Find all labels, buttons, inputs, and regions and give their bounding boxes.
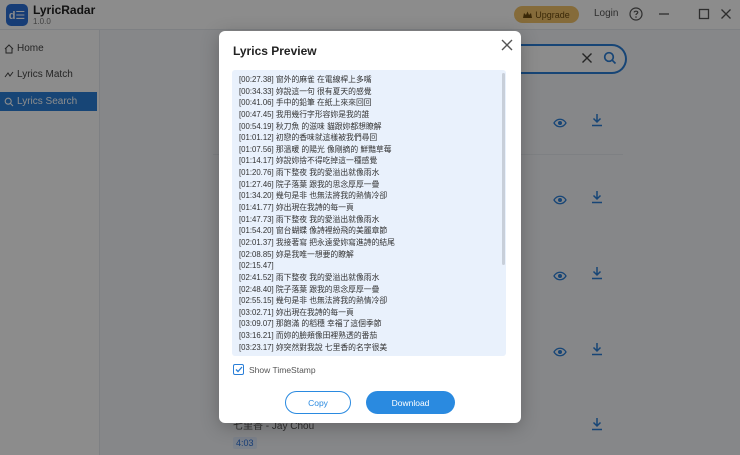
lyric-line: [01:01.12] 初戀的香味就這樣被我們尋回 xyxy=(239,133,378,143)
show-timestamp-checkbox[interactable] xyxy=(233,364,244,375)
dialog-title: Lyrics Preview xyxy=(233,44,317,58)
lyric-line: [00:27.38] 窗外的麻雀 在電線桿上多嘴 xyxy=(239,75,372,84)
lyric-line: [02:55.15] 幾句是非 也無法將我的熱情冷卻 xyxy=(239,296,388,306)
lyric-line: [01:47.73] 雨下整夜 我的愛溢出就像雨水 xyxy=(239,214,380,224)
checkmark-icon xyxy=(235,366,242,373)
lyric-line: [00:34.33] 妳說這一句 很有夏天的感覺 xyxy=(239,86,372,96)
lyric-line: [01:41.77] 妳出現在我詩的每一頁 xyxy=(239,203,354,213)
lyric-line: [00:41.06] 手中的鉛筆 在紙上來來回回 xyxy=(239,98,372,108)
lyric-line: [01:54.20] 窗台蝴蝶 像詩裡紛飛的美麗章節 xyxy=(239,226,388,236)
lyric-line: [01:07.56] 那溫暖 的陽光 像剛摘的 鮮豔草莓 xyxy=(239,144,392,154)
lyric-line: [03:02.71] 妳出現在我詩的每一頁 xyxy=(239,307,354,317)
dialog-close-icon[interactable] xyxy=(500,38,514,52)
lyric-line: [02:15.47] xyxy=(239,261,274,271)
show-timestamp-label: Show TimeStamp xyxy=(249,364,316,375)
show-timestamp-option[interactable]: Show TimeStamp xyxy=(233,364,316,375)
lyric-line: [01:34.20] 幾句是非 也無法將我的熱情冷卻 xyxy=(239,191,388,201)
lyric-line: [02:08.85] 妳是我唯一想要的瞭解 xyxy=(239,249,354,259)
lyric-line: [02:48.40] 院子落葉 跟我的思念厚厚一疊 xyxy=(239,284,380,294)
lyric-line: [01:14.17] 妳說妳捨不得吃掉這一種感覺 xyxy=(239,156,378,166)
lyric-line: [03:16.21] 而妳的臉頰像田裡熟透的番茄 xyxy=(239,331,378,341)
download-button[interactable]: Download xyxy=(366,391,455,414)
lyric-line: [00:47.45] 我用幾行字形容妳是我的誰 xyxy=(239,109,370,119)
lyric-line: [03:23.17] 妳突然對我說 七里香的名字很美 xyxy=(239,342,388,352)
lyrics-text-area[interactable]: [00:27.38] 窗外的麻雀 在電線桿上多嘴 [00:34.33] 妳說這一句… xyxy=(232,70,506,356)
lyrics-preview-dialog: Lyrics Preview [00:27.38] 窗外的麻雀 在電線桿上多嘴[… xyxy=(219,31,521,423)
lyric-line: [01:27.46] 院子落葉 跟我的思念厚厚一疊 xyxy=(239,179,380,189)
lyrics-list: [00:27.38] 窗外的麻雀 在電線桿上多嘴 [00:34.33] 妳說這一句… xyxy=(239,74,497,353)
lyric-line: [03:09.07] 那飽滿 的稻穗 幸福了這個季節 xyxy=(239,319,382,329)
lyric-line: [01:20.76] 雨下整夜 我的愛溢出就像雨水 xyxy=(239,168,380,178)
lyric-line: [02:01.37] 我接著寫 把永遠愛妳寫進詩的結尾 xyxy=(239,237,395,247)
copy-button[interactable]: Copy xyxy=(285,391,351,414)
lyrics-scrollbar[interactable] xyxy=(502,73,505,265)
lyric-line: [00:54.19] 秋刀魚 的滋味 貓跟妳都想瞭解 xyxy=(239,121,382,131)
lyric-line: [02:41.52] 雨下整夜 我的愛溢出就像雨水 xyxy=(239,272,380,282)
